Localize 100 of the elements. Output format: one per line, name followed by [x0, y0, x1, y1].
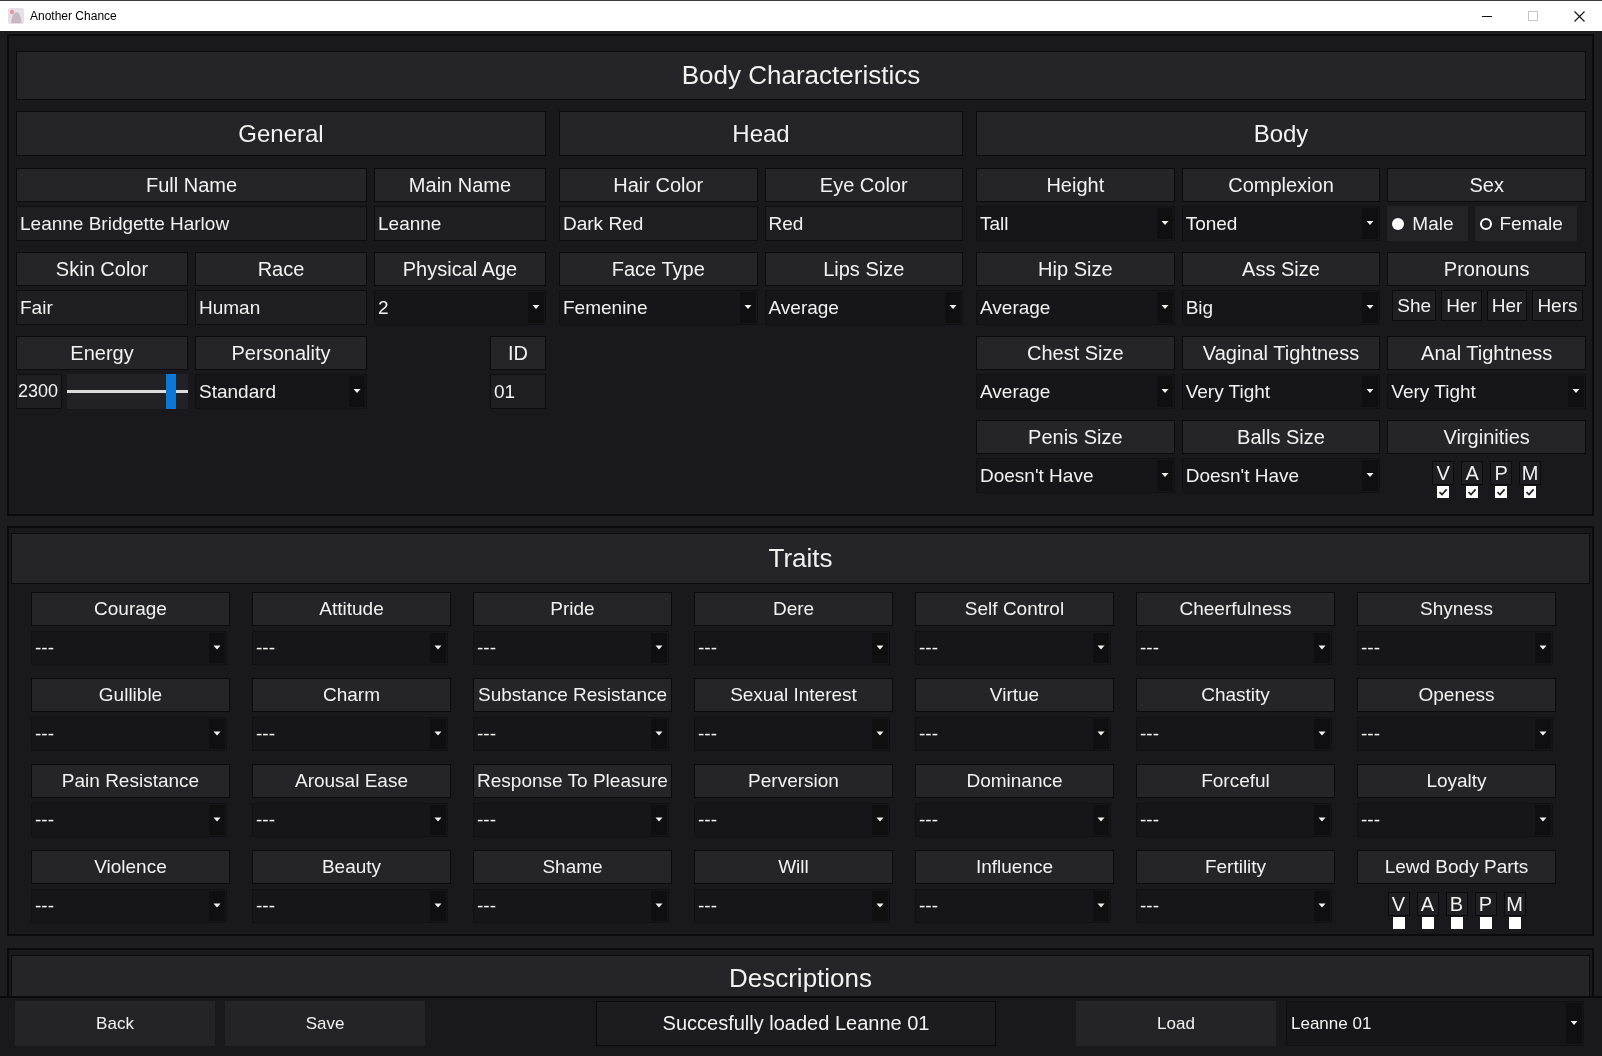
- field-label: Perversion: [694, 764, 893, 798]
- text-field[interactable]: Fair: [16, 290, 188, 325]
- checkbox[interactable]: [1450, 917, 1463, 929]
- pronoun-field[interactable]: Her: [1486, 290, 1528, 321]
- back-button[interactable]: Back: [15, 1001, 215, 1046]
- field-label: Influence: [915, 850, 1114, 884]
- radio-button[interactable]: Female: [1474, 206, 1577, 241]
- letter-label: M: [1519, 461, 1542, 485]
- minimize-icon: [1482, 15, 1492, 17]
- dropdown[interactable]: ---: [915, 803, 1111, 837]
- dropdown[interactable]: Femenine: [559, 290, 758, 325]
- panel-header: Body Characteristics: [16, 51, 1586, 100]
- dropdown[interactable]: Average: [976, 290, 1175, 325]
- dropdown[interactable]: ---: [31, 717, 227, 751]
- caret-down-icon: [1535, 719, 1551, 749]
- field-label: Openess: [1357, 678, 1556, 712]
- field-label: Courage: [31, 592, 230, 626]
- caret-down-icon: [651, 891, 667, 921]
- dropdown[interactable]: Average: [976, 374, 1175, 409]
- dropdown[interactable]: ---: [1136, 631, 1332, 665]
- dropdown[interactable]: ---: [252, 889, 448, 923]
- dropdown[interactable]: Average: [764, 290, 963, 325]
- dropdown[interactable]: ---: [694, 889, 890, 923]
- pronoun-field[interactable]: She: [1392, 290, 1437, 321]
- field-label: Gullible: [31, 678, 230, 712]
- dropdown[interactable]: ---: [915, 717, 1111, 751]
- caret-down-icon: [209, 805, 225, 835]
- dropdown[interactable]: ---: [694, 803, 890, 837]
- slider-thumb[interactable]: [165, 374, 176, 409]
- caret-down-icon: [349, 376, 365, 407]
- pronoun-field[interactable]: Hers: [1532, 290, 1583, 321]
- dropdown[interactable]: ---: [1136, 803, 1332, 837]
- letter-label: A: [1416, 892, 1439, 916]
- checkbox[interactable]: [1508, 917, 1521, 929]
- dropdown[interactable]: ---: [252, 803, 448, 837]
- field-label: Lips Size: [764, 252, 963, 286]
- dropdown[interactable]: ---: [1357, 717, 1553, 751]
- text-field[interactable]: Leanne Bridgette Harlow: [16, 206, 367, 241]
- dropdown[interactable]: ---: [1357, 803, 1553, 837]
- checkbox[interactable]: [1421, 917, 1434, 929]
- dropdown[interactable]: ---: [1136, 717, 1332, 751]
- checkbox[interactable]: [1437, 486, 1450, 498]
- dropdown[interactable]: Toned: [1181, 206, 1381, 241]
- dropdown[interactable]: 2: [374, 290, 546, 325]
- dropdown[interactable]: ---: [1136, 889, 1332, 923]
- caret-down-icon: [1568, 376, 1584, 407]
- text-field[interactable]: Leanne: [374, 206, 546, 241]
- caret-down-icon: [528, 292, 544, 323]
- load-button[interactable]: Load: [1076, 1001, 1276, 1046]
- dropdown[interactable]: ---: [473, 889, 669, 923]
- field-label: Balls Size: [1181, 420, 1381, 454]
- save-button[interactable]: Save: [225, 1001, 425, 1046]
- slider-track[interactable]: [67, 374, 188, 409]
- text-field[interactable]: Dark Red: [559, 206, 758, 241]
- field-label: Height: [976, 168, 1175, 202]
- dropdown[interactable]: ---: [473, 631, 669, 665]
- text-field[interactable]: 01: [490, 374, 546, 409]
- text-field[interactable]: Red: [764, 206, 963, 241]
- dropdown[interactable]: Very Tight: [1387, 374, 1586, 409]
- number-field[interactable]: 2300: [16, 374, 62, 409]
- dropdown[interactable]: Doesn't Have: [1181, 458, 1381, 493]
- dropdown[interactable]: ---: [31, 631, 227, 665]
- caret-down-icon: [430, 719, 446, 749]
- checkbox[interactable]: [1479, 917, 1492, 929]
- checkbox[interactable]: [1466, 486, 1479, 498]
- dropdown[interactable]: ---: [694, 717, 890, 751]
- field-label: Sexual Interest: [694, 678, 893, 712]
- dropdown[interactable]: ---: [252, 717, 448, 751]
- dropdown[interactable]: ---: [252, 631, 448, 665]
- dropdown[interactable]: Tall: [976, 206, 1175, 241]
- checkbox[interactable]: [1495, 486, 1508, 498]
- letter-label: B: [1445, 892, 1468, 916]
- checkbox[interactable]: [1392, 917, 1405, 929]
- section-header: Body: [976, 111, 1586, 156]
- field-label: Skin Color: [16, 252, 188, 286]
- dropdown[interactable]: ---: [1357, 631, 1553, 665]
- caret-down-icon: [209, 891, 225, 921]
- dropdown[interactable]: Standard: [195, 374, 367, 409]
- caret-down-icon: [430, 805, 446, 835]
- letter-label: A: [1461, 461, 1484, 485]
- text-field[interactable]: Human: [195, 290, 367, 325]
- dropdown[interactable]: ---: [694, 631, 890, 665]
- dropdown[interactable]: ---: [915, 889, 1111, 923]
- dropdown[interactable]: Doesn't Have: [976, 458, 1175, 493]
- checkbox[interactable]: [1524, 486, 1537, 498]
- field-label: Anal Tightness: [1387, 336, 1586, 370]
- radio-button[interactable]: Male: [1387, 206, 1468, 241]
- dropdown[interactable]: ---: [915, 631, 1111, 665]
- dropdown[interactable]: ---: [31, 803, 227, 837]
- dropdown[interactable]: Big: [1181, 290, 1381, 325]
- dropdown[interactable]: Leanne 01: [1286, 1001, 1584, 1046]
- panel-header: Traits: [11, 533, 1590, 584]
- dropdown[interactable]: ---: [473, 717, 669, 751]
- dropdown[interactable]: Very Tight: [1181, 374, 1381, 409]
- field-label: Arousal Ease: [252, 764, 451, 798]
- pronoun-field[interactable]: Her: [1441, 290, 1482, 321]
- field-label: Hip Size: [976, 252, 1175, 286]
- dropdown[interactable]: ---: [31, 889, 227, 923]
- panel-header: Descriptions: [11, 955, 1590, 996]
- dropdown[interactable]: ---: [473, 803, 669, 837]
